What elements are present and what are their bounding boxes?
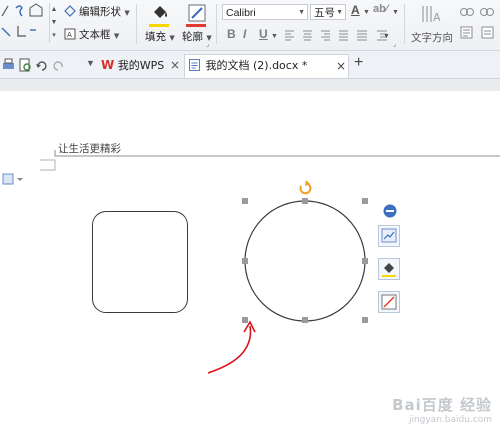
rounded-rectangle-shape[interactable] xyxy=(92,211,188,313)
fill-color-bar xyxy=(149,24,169,27)
chevron-down-icon[interactable]: ▼ xyxy=(392,9,399,16)
new-tab-button[interactable]: + xyxy=(354,54,363,72)
annotation-arrow-icon xyxy=(207,320,256,374)
highlight-icon[interactable]: ab⁄ xyxy=(373,3,388,15)
outline-pen-icon xyxy=(186,2,208,24)
shape-style-button[interactable] xyxy=(378,225,400,247)
font-name-value: Calibri xyxy=(226,7,256,19)
close-icon[interactable]: × xyxy=(170,54,180,76)
document-icon xyxy=(189,59,200,71)
close-icon[interactable]: × xyxy=(336,55,346,77)
textbox-tools-icon[interactable] xyxy=(460,26,498,40)
watermark-url: jingyan.baidu.com xyxy=(408,415,492,425)
edit-shape-label: 编辑形状 xyxy=(79,6,121,18)
header-divider xyxy=(40,150,500,171)
print-preview-icon xyxy=(19,58,31,72)
ribbon-toolbar: ▲ ▼ ▾ 编辑形状 ▼ A 文本框 ▼ 填充 ▼ 轮廓 ▼ ⌟ Calibri ▼… xyxy=(0,0,500,51)
rotate-handle-icon xyxy=(299,180,312,195)
chevron-down-icon: ▼ xyxy=(124,9,130,17)
watermark-logo: Bai百度 经验 xyxy=(392,396,492,414)
font-color-icon[interactable]: A xyxy=(351,3,360,17)
fill-bucket-icon xyxy=(149,2,171,24)
document-tab-bar: ▼ W 我的WPS × 我的文档 (2).docx * × + xyxy=(0,51,500,79)
circle-shape xyxy=(244,200,366,322)
outline-pen-icon xyxy=(381,294,397,310)
chevron-down-icon[interactable]: ▼ xyxy=(271,33,278,40)
svg-text:A: A xyxy=(433,11,441,24)
chevron-down-icon: ▼ xyxy=(113,32,120,40)
italic-icon[interactable]: I xyxy=(243,27,246,41)
chevron-down-icon[interactable]: ▼ xyxy=(383,33,390,40)
undo-icon xyxy=(36,61,47,71)
textbox-icon: A xyxy=(64,28,76,40)
tab-document[interactable]: 我的文档 (2).docx * × xyxy=(184,54,349,78)
dialog-launcher-icon[interactable]: ⌟ xyxy=(206,40,209,48)
edit-shape-icon xyxy=(64,5,76,17)
collapse-tools-icon[interactable] xyxy=(382,203,398,219)
text-direction-button[interactable]: 文字方向 xyxy=(411,30,453,45)
ruler-band xyxy=(0,79,500,91)
selected-circle-shape[interactable] xyxy=(235,178,380,328)
outline-color-bar xyxy=(186,24,206,27)
font-name-select[interactable]: Calibri ▼ xyxy=(222,4,308,20)
svg-text:A: A xyxy=(67,31,72,39)
chevron-down-icon: ▼ xyxy=(169,34,175,42)
quick-access-dropdown-icon[interactable]: ▼ xyxy=(86,58,95,68)
print-icon xyxy=(3,58,14,69)
text-direction-label: 文字方向 xyxy=(411,32,453,44)
chevron-down-icon[interactable]: ▼ xyxy=(363,9,370,16)
redo-icon xyxy=(53,61,63,71)
tab-my-wps-label: 我的WPS xyxy=(117,59,165,72)
font-size-select[interactable]: 五号 ▼ xyxy=(310,4,346,20)
ribbon-divider xyxy=(404,4,405,44)
font-size-value: 五号 xyxy=(314,7,335,19)
quick-access-toolbar xyxy=(3,58,63,72)
fill-button[interactable]: 填充 ▼ xyxy=(145,29,175,44)
ribbon-divider xyxy=(136,4,137,44)
ribbon-divider xyxy=(216,4,217,44)
shape-style-icon xyxy=(381,228,397,243)
textbox-label: 文本框 xyxy=(79,29,111,41)
paragraph-align-group[interactable] xyxy=(283,29,391,41)
link-textbox-icon[interactable] xyxy=(458,5,498,19)
edit-shape-button[interactable]: 编辑形状 ▼ xyxy=(79,4,130,19)
chevron-down-icon: ▼ xyxy=(298,9,305,16)
fill-label: 填充 xyxy=(145,31,166,43)
shape-fill-button[interactable] xyxy=(378,258,400,280)
underline-icon[interactable]: U xyxy=(259,27,268,41)
bold-icon[interactable]: B xyxy=(227,27,236,41)
shape-gallery-scroll[interactable]: ▲ ▼ ▾ xyxy=(49,3,58,43)
tab-document-label: 我的文档 (2).docx * xyxy=(205,59,308,72)
shape-outline-button[interactable] xyxy=(378,291,400,313)
text-direction-icon: A xyxy=(422,6,441,24)
chevron-down-icon: ▼ xyxy=(336,9,343,16)
tab-my-wps[interactable]: W 我的WPS × xyxy=(98,54,184,78)
outline-label: 轮廓 xyxy=(182,31,203,43)
dialog-launcher-icon[interactable]: ⌟ xyxy=(393,40,396,48)
fill-bucket-icon xyxy=(382,263,396,277)
wps-logo-icon: W xyxy=(101,58,115,72)
page-layout-icon[interactable] xyxy=(2,172,26,186)
textbox-button[interactable]: 文本框 ▼ xyxy=(79,27,119,42)
shape-gallery[interactable] xyxy=(0,2,50,46)
baidu-watermark: Bai百度 经验 jingyan.baidu.com xyxy=(392,394,492,425)
